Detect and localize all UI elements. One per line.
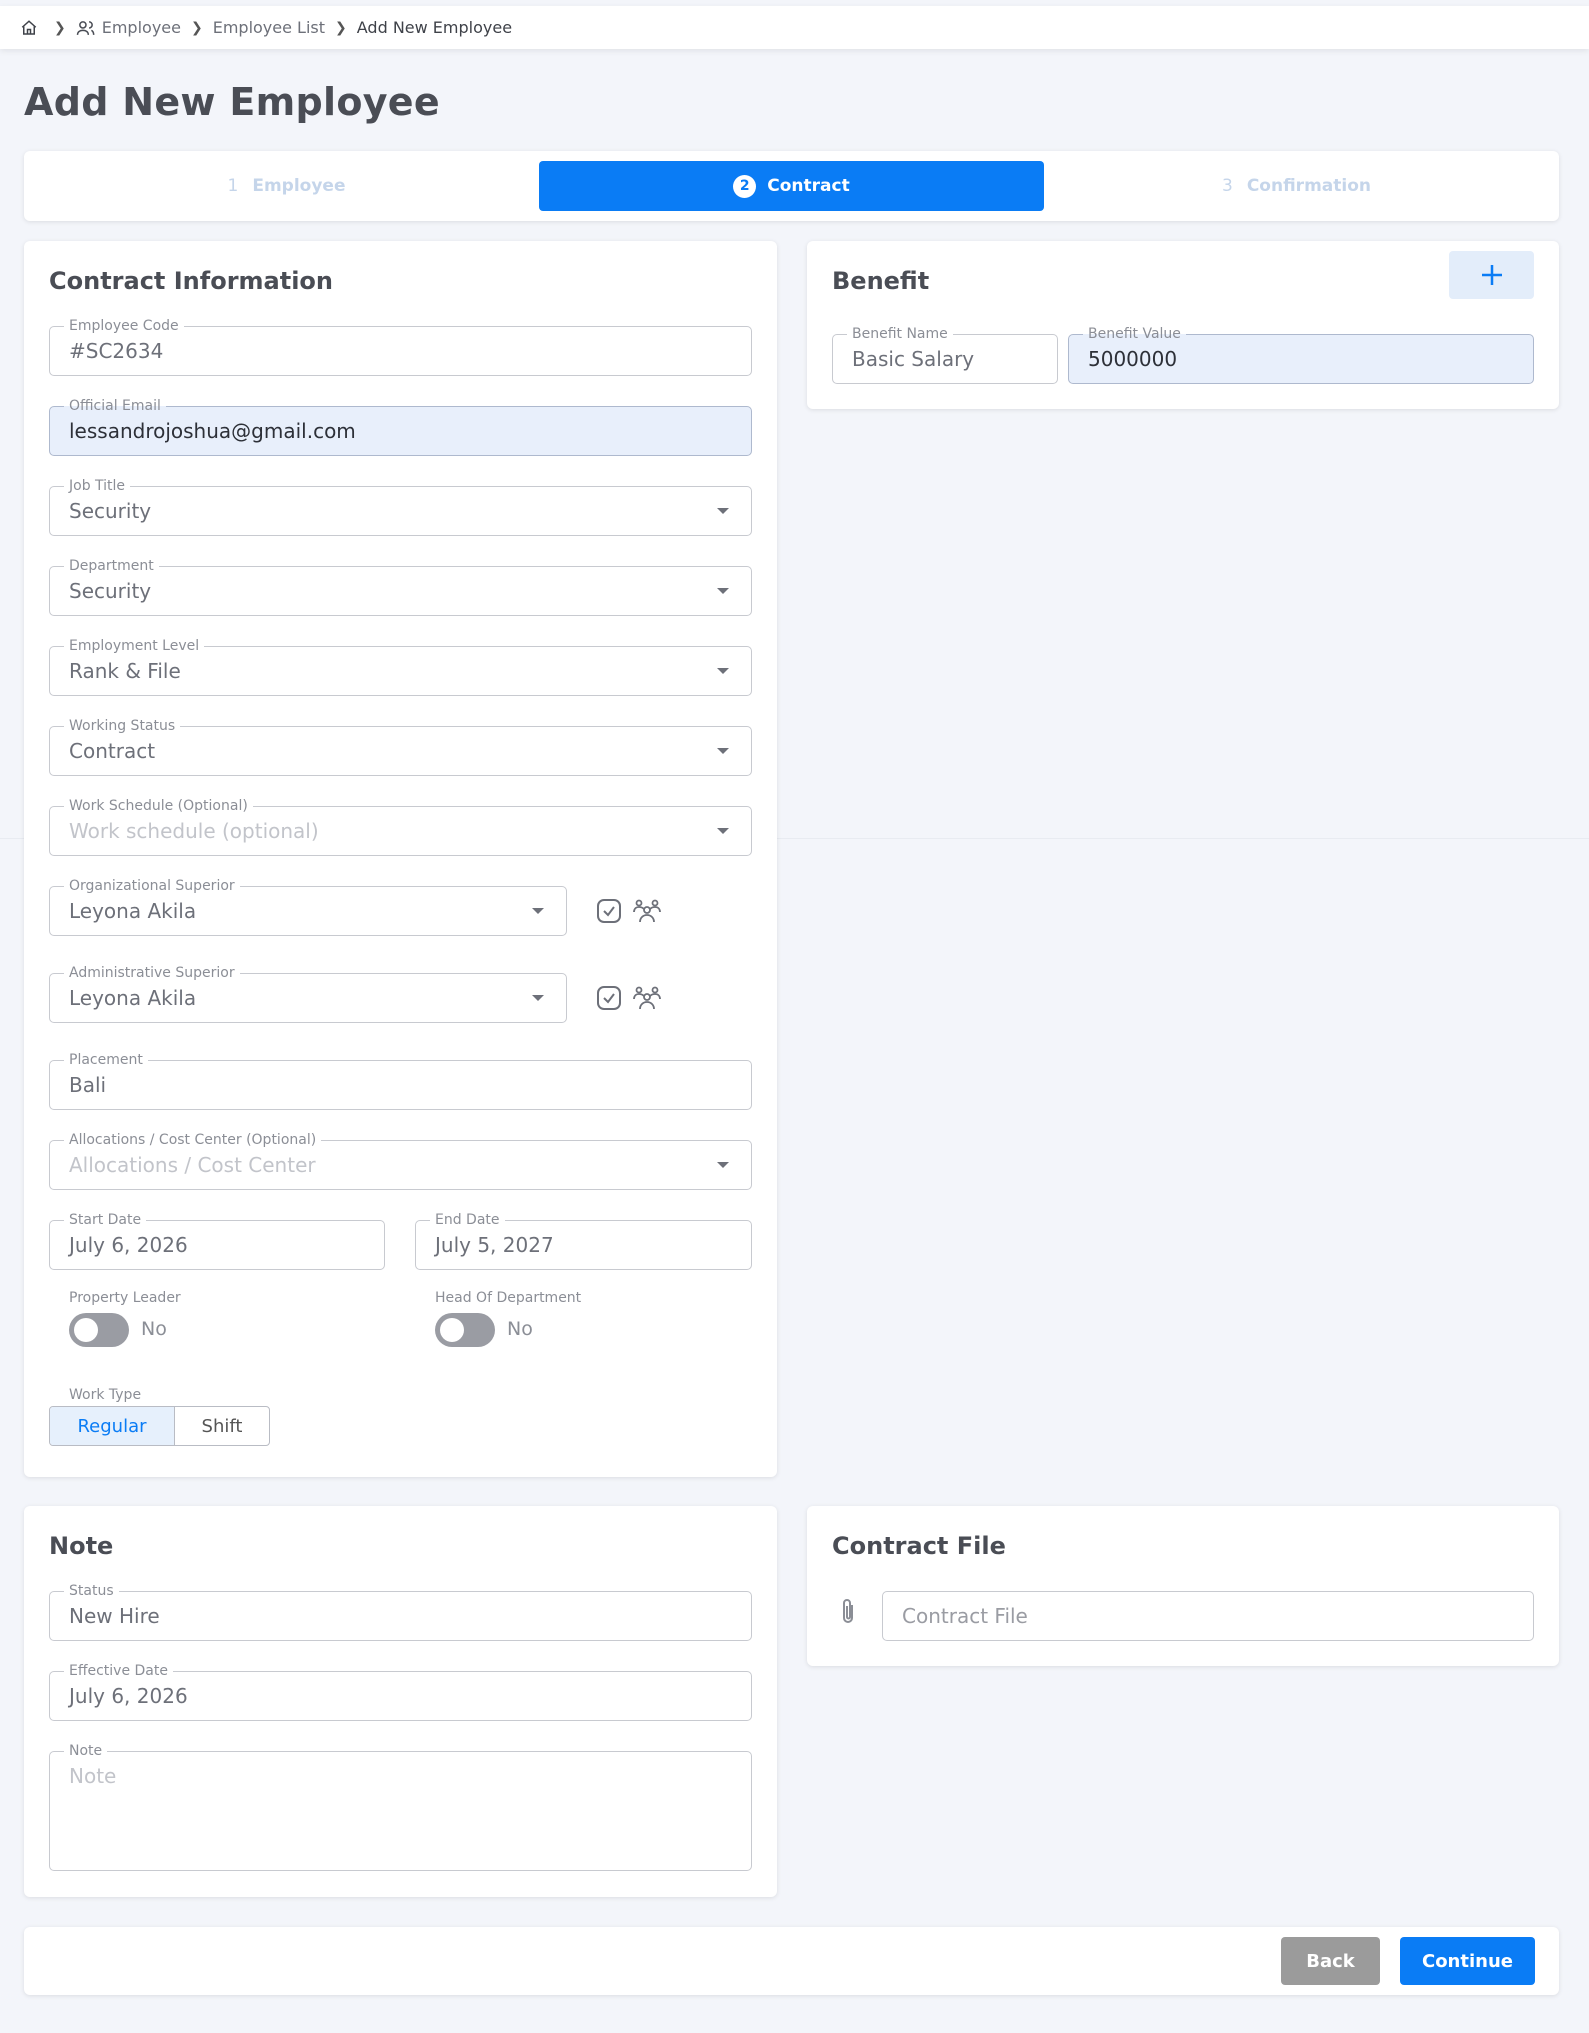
property-leader-label: Property Leader [69, 1290, 181, 1306]
caret-down-icon [717, 1162, 729, 1168]
step-confirmation[interactable]: 3 Confirmation [1044, 161, 1549, 211]
administrative-superior-select[interactable]: Administrative Superior Leyona Akila [49, 964, 567, 1023]
contract-file-card: Contract File Contract File [807, 1506, 1559, 1666]
footer-actions: Back Continue [24, 1927, 1559, 1995]
step-contract[interactable]: 2 Contract [539, 161, 1044, 211]
property-leader-state: No [141, 1318, 167, 1340]
chevron-right-icon: ❯ [54, 19, 66, 36]
property-leader-toggle[interactable] [69, 1313, 129, 1347]
status-field[interactable]: Status New Hire [49, 1582, 752, 1641]
caret-down-icon [717, 748, 729, 754]
benefit-value-field[interactable]: Benefit Value 5000000 [1068, 325, 1534, 384]
card-title: Note [49, 1532, 114, 1560]
placement-field[interactable]: Placement Bali [49, 1051, 752, 1110]
work-type-label: Work Type [69, 1387, 142, 1403]
head-of-department-state: No [507, 1318, 533, 1340]
benefit-name-field[interactable]: Benefit Name Basic Salary [832, 325, 1058, 384]
home-icon[interactable] [20, 19, 44, 37]
breadcrumb-current: Add New Employee [356, 18, 513, 37]
effective-date-field[interactable]: Effective Date July 6, 2026 [49, 1662, 752, 1721]
breadcrumb-employee-list[interactable]: Employee List [213, 18, 325, 37]
checkbox-check-icon[interactable] [595, 897, 623, 925]
toggle-knob [440, 1318, 464, 1342]
breadcrumb: ❯ Employee ❯ Employee List ❯ Add New Emp… [0, 6, 1589, 49]
toggle-knob [74, 1318, 98, 1342]
card-title: Contract File [832, 1532, 1006, 1560]
card-title: Benefit [832, 267, 930, 295]
caret-down-icon [717, 508, 729, 514]
work-type-toggle: Regular Shift [49, 1406, 270, 1446]
note-card: Note Status New Hire Effective Date July… [24, 1506, 777, 1897]
checkbox-check-icon[interactable] [595, 984, 623, 1012]
work-type-regular[interactable]: Regular [50, 1407, 175, 1445]
contract-file-input[interactable]: Contract File [882, 1591, 1534, 1641]
organizational-superior-select[interactable]: Organizational Superior Leyona Akila [49, 877, 567, 936]
caret-down-icon [532, 908, 544, 914]
chevron-right-icon: ❯ [190, 19, 203, 36]
breadcrumb-employee[interactable]: Employee [76, 18, 181, 37]
department-select[interactable]: Department Security [49, 557, 752, 616]
start-date-field[interactable]: Start Date July 6, 2026 [49, 1211, 385, 1270]
caret-down-icon [717, 588, 729, 594]
job-title-select[interactable]: Job Title Security [49, 477, 752, 536]
caret-down-icon [717, 668, 729, 674]
caret-down-icon [717, 828, 729, 834]
group-icon[interactable] [633, 897, 661, 925]
end-date-field[interactable]: End Date July 5, 2027 [415, 1211, 752, 1270]
step-employee[interactable]: 1 Employee [34, 161, 539, 211]
back-button[interactable]: Back [1281, 1937, 1380, 1985]
employment-level-select[interactable]: Employment Level Rank & File [49, 637, 752, 696]
employee-code-field[interactable]: Employee Code #SC2634 [49, 317, 752, 376]
chevron-right-icon: ❯ [335, 19, 347, 36]
add-benefit-button[interactable] [1449, 251, 1534, 299]
continue-button[interactable]: Continue [1400, 1937, 1535, 1985]
official-email-field[interactable]: Official Email lessandrojoshua@gmail.com [49, 397, 752, 456]
benefit-card: Benefit Benefit Name Basic Salary Benefi… [807, 241, 1559, 409]
note-textarea[interactable]: Note Note [49, 1742, 752, 1871]
allocations-select[interactable]: Allocations / Cost Center (Optional) All… [49, 1131, 752, 1190]
plus-icon [1481, 265, 1502, 285]
group-icon[interactable] [633, 984, 661, 1012]
card-title: Contract Information [49, 267, 334, 295]
head-of-department-toggle[interactable] [435, 1313, 495, 1347]
work-schedule-select[interactable]: Work Schedule (Optional) Work schedule (… [49, 797, 752, 856]
users-icon [76, 20, 95, 35]
work-type-shift[interactable]: Shift [175, 1407, 269, 1445]
stepper: 1 Employee 2 Contract 3 Confirmation [24, 151, 1559, 221]
contract-information-card: Contract Information Employee Code #SC26… [24, 241, 777, 1477]
paperclip-icon[interactable] [834, 1598, 862, 1626]
working-status-select[interactable]: Working Status Contract [49, 717, 752, 776]
caret-down-icon [532, 995, 544, 1001]
page-title: Add New Employee [24, 80, 440, 124]
head-of-department-label: Head Of Department [435, 1290, 582, 1306]
